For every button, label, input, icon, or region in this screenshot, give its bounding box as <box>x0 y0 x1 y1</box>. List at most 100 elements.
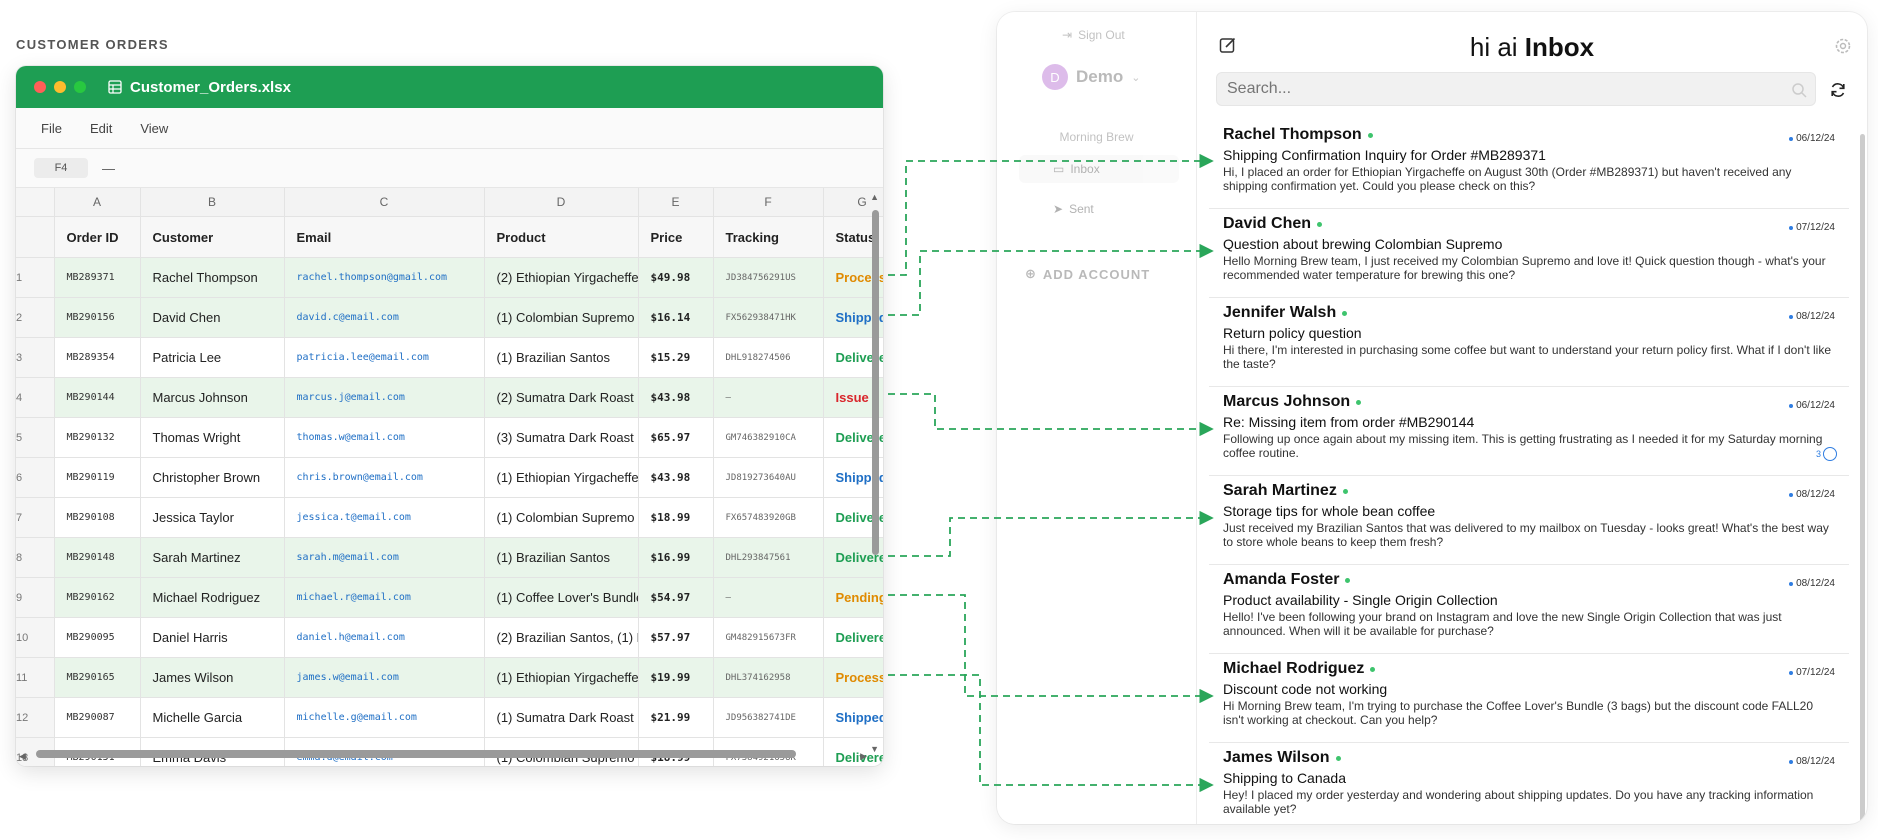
row-number[interactable]: 5 <box>16 417 55 458</box>
column-letter[interactable]: F <box>713 188 824 217</box>
cell-status[interactable]: Delivered <box>823 617 883 658</box>
cell-tracking[interactable]: GM482915673FR <box>713 617 824 658</box>
cell-order-id[interactable]: MB290095 <box>54 617 141 658</box>
cell-tracking[interactable]: — <box>713 377 824 418</box>
formula-value[interactable]: — <box>102 161 115 176</box>
gear-icon[interactable] <box>1833 36 1853 56</box>
email-list-item[interactable]: James Wilson 08/12/24 Shipping to Canada He… <box>1209 743 1849 824</box>
cell-tracking[interactable]: GM746382910CA <box>713 417 824 458</box>
table-row[interactable]: 4 MB290144 Marcus Johnson marcus.j@email.co… <box>16 377 883 418</box>
table-row[interactable]: 1 MB289371 Rachel Thompson rachel.thompson@… <box>16 257 883 298</box>
cell-customer[interactable]: Michael Rodriguez <box>140 577 285 618</box>
cell-customer[interactable]: David Chen <box>140 297 285 338</box>
cell-price[interactable]: $65.97 <box>638 417 714 458</box>
cell-email[interactable]: rachel.thompson@gmail.com <box>284 257 485 298</box>
cell-email[interactable]: patricia.lee@email.com <box>284 337 485 378</box>
horizontal-scrollbar[interactable] <box>36 750 796 758</box>
email-list-item[interactable]: Sarah Martinez 08/12/24 Storage tips for w… <box>1209 476 1849 565</box>
search-input[interactable] <box>1216 72 1816 106</box>
cell-product[interactable]: (2) Sumatra Dark Roast <box>484 377 639 418</box>
cell-tracking[interactable]: DHL293847561 <box>713 537 824 578</box>
menu-file[interactable]: File <box>41 121 62 136</box>
table-row[interactable]: 5 MB290132 Thomas Wright thomas.w@email.com… <box>16 417 883 458</box>
cell-product[interactable]: (1) Colombian Supremo <box>484 497 639 538</box>
cell-email[interactable]: james.w@email.com <box>284 657 485 698</box>
cell-status[interactable]: Shipped <box>823 697 883 738</box>
cell-product[interactable]: (2) Ethiopian Yirgacheffe <box>484 257 639 298</box>
cell-email[interactable]: michelle.g@email.com <box>284 697 485 738</box>
cell-price[interactable]: $54.97 <box>638 577 714 618</box>
cell-price[interactable]: $18.99 <box>638 497 714 538</box>
table-row[interactable]: 12 MB290087 Michelle Garcia michelle.g@emai… <box>16 697 883 738</box>
column-letter[interactable]: D <box>484 188 639 217</box>
row-number[interactable]: 8 <box>16 537 55 578</box>
scroll-right-arrow-icon[interactable]: ▶ <box>860 751 867 762</box>
email-list-item[interactable]: Jennifer Walsh 08/12/24 Return policy ques… <box>1209 298 1849 387</box>
scroll-up-arrow-icon[interactable]: ▲ <box>870 192 879 202</box>
row-number[interactable]: 3 <box>16 337 55 378</box>
cell-tracking[interactable]: FX657483920GB <box>713 497 824 538</box>
table-row[interactable]: 6 MB290119 Christopher Brown chris.brown@em… <box>16 457 883 498</box>
table-row[interactable]: 7 MB290108 Jessica Taylor jessica.t@email.c… <box>16 497 883 538</box>
refresh-icon[interactable] <box>1829 81 1847 99</box>
email-list-scrollbar[interactable] <box>1860 134 1865 824</box>
window-close-button[interactable] <box>34 81 46 93</box>
cell-price[interactable]: $43.98 <box>638 377 714 418</box>
cell-customer[interactable]: Michelle Garcia <box>140 697 285 738</box>
table-row[interactable]: 8 MB290148 Sarah Martinez sarah.m@email.com… <box>16 537 883 578</box>
cell-price[interactable]: $43.98 <box>638 457 714 498</box>
cell-tracking[interactable]: JD819273640AU <box>713 457 824 498</box>
cell-email[interactable]: sarah.m@email.com <box>284 537 485 578</box>
cell-email[interactable]: jessica.t@email.com <box>284 497 485 538</box>
cell-customer[interactable]: Daniel Harris <box>140 617 285 658</box>
cell-tracking[interactable]: DHL918274506 <box>713 337 824 378</box>
header-customer[interactable]: Customer <box>140 216 285 258</box>
column-letter[interactable]: E <box>638 188 714 217</box>
thread-count-badge[interactable]: 3 <box>1816 447 1837 461</box>
cell-price[interactable]: $49.98 <box>638 257 714 298</box>
sign-out-button[interactable]: ⇥ Sign Out <box>1062 28 1125 42</box>
scroll-down-arrow-icon[interactable]: ▼ <box>870 744 879 754</box>
sidebar-item-inbox[interactable]: ▭ Inbox <box>1019 155 1179 183</box>
add-account-button[interactable]: ⊕ ADD ACCOUNT <box>1025 266 1150 282</box>
column-letter[interactable]: B <box>140 188 285 217</box>
cell-order-id[interactable]: MB289354 <box>54 337 141 378</box>
column-letter[interactable]: A <box>54 188 141 217</box>
row-number[interactable]: 9 <box>16 577 55 618</box>
cell-product[interactable]: (1) Brazilian Santos <box>484 537 639 578</box>
cell-price[interactable]: $16.99 <box>638 537 714 578</box>
cell-order-id[interactable]: MB290087 <box>54 697 141 738</box>
search-icon[interactable] <box>1791 82 1807 98</box>
cell-order-id[interactable]: MB290162 <box>54 577 141 618</box>
email-list-item[interactable]: Amanda Foster 08/12/24 Product availabilit… <box>1209 565 1849 654</box>
cell-tracking[interactable]: — <box>713 577 824 618</box>
cell-order-id[interactable]: MB290156 <box>54 297 141 338</box>
cell-customer[interactable]: Christopher Brown <box>140 457 285 498</box>
cell-order-id[interactable]: MB290144 <box>54 377 141 418</box>
cell-tracking[interactable]: JD956382741DE <box>713 697 824 738</box>
cell-order-id[interactable]: MB290148 <box>54 537 141 578</box>
cell-tracking[interactable]: JD384756291US <box>713 257 824 298</box>
table-row[interactable]: 11 MB290165 James Wilson james.w@email.com(… <box>16 657 883 698</box>
cell-customer[interactable]: Jessica Taylor <box>140 497 285 538</box>
email-list-item[interactable]: Michael Rodriguez 07/12/24 Discount code n… <box>1209 654 1849 743</box>
row-number[interactable]: 12 <box>16 697 55 738</box>
row-number[interactable]: 6 <box>16 457 55 498</box>
cell-product[interactable]: (2) Brazilian Santos, (1) E <box>484 617 639 658</box>
cell-email[interactable]: daniel.h@email.com <box>284 617 485 658</box>
cell-customer[interactable]: Rachel Thompson <box>140 257 285 298</box>
cell-tracking[interactable]: DHL374162958 <box>713 657 824 698</box>
cell-price[interactable]: $19.99 <box>638 657 714 698</box>
menu-view[interactable]: View <box>140 121 168 136</box>
cell-order-id[interactable]: MB290108 <box>54 497 141 538</box>
cell-email[interactable]: marcus.j@email.com <box>284 377 485 418</box>
row-number[interactable] <box>16 216 55 258</box>
corner-cell[interactable] <box>16 188 55 217</box>
row-number[interactable]: 4 <box>16 377 55 418</box>
scroll-left-arrow-icon[interactable]: ◀ <box>19 751 26 762</box>
cell-tracking[interactable]: FX562938471HK <box>713 297 824 338</box>
cell-product[interactable]: (1) Ethiopian Yirgacheffe <box>484 457 639 498</box>
cell-order-id[interactable]: MB290119 <box>54 457 141 498</box>
cell-order-id[interactable]: MB290132 <box>54 417 141 458</box>
table-row[interactable]: 9 MB290162 Michael Rodriguez michael.r@emai… <box>16 577 883 618</box>
